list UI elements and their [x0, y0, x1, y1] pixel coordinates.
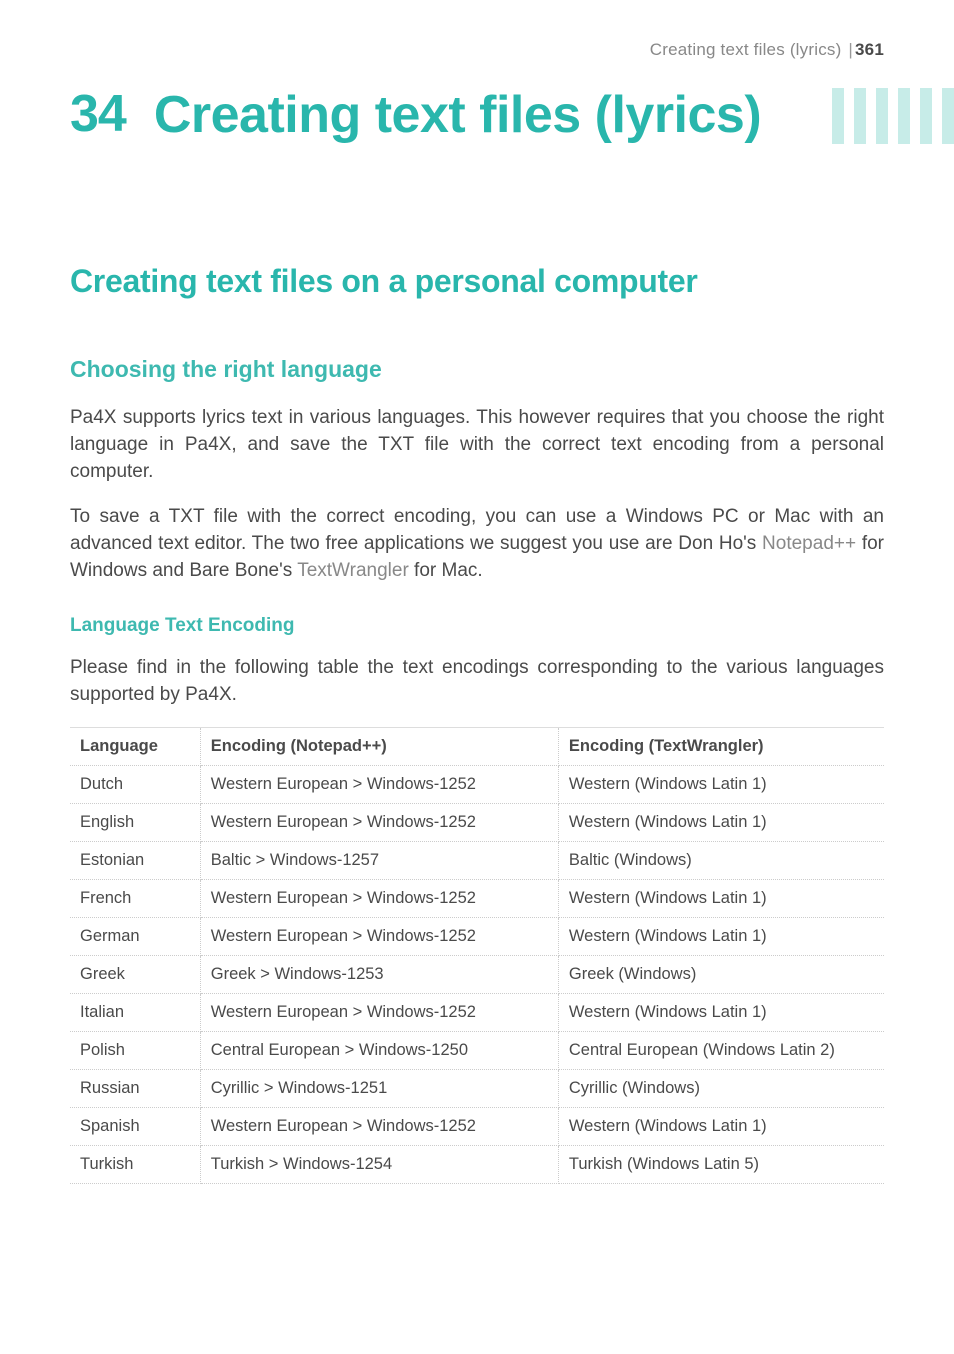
table-cell-tw: Western (Windows Latin 1): [558, 993, 884, 1031]
table-cell-tw: Western (Windows Latin 1): [558, 765, 884, 803]
table-row: EnglishWestern European > Windows-1252We…: [70, 803, 884, 841]
table-cell-lang: Dutch: [70, 765, 200, 803]
paragraph-editors: To save a TXT file with the correct enco…: [70, 504, 884, 585]
table-cell-lang: Polish: [70, 1031, 200, 1069]
table-cell-lang: Turkish: [70, 1145, 200, 1183]
table-cell-np: Western European > Windows-1252: [200, 917, 558, 955]
paragraph-table-intro: Please find in the following table the t…: [70, 655, 884, 709]
table-row: ItalianWestern European > Windows-1252We…: [70, 993, 884, 1031]
table-cell-np: Central European > Windows-1250: [200, 1031, 558, 1069]
th-notepadpp: Encoding (Notepad++): [200, 727, 558, 765]
chapter-heading: 34 Creating text files (lyrics): [70, 88, 884, 143]
table-cell-tw: Western (Windows Latin 1): [558, 917, 884, 955]
table-cell-tw: Baltic (Windows): [558, 841, 884, 879]
table-cell-lang: Russian: [70, 1069, 200, 1107]
chapter-title: Creating text files (lyrics): [154, 88, 884, 143]
table-cell-tw: Turkish (Windows Latin 5): [558, 1145, 884, 1183]
table-cell-np: Turkish > Windows-1254: [200, 1145, 558, 1183]
th-language: Language: [70, 727, 200, 765]
table-row: SpanishWestern European > Windows-1252We…: [70, 1107, 884, 1145]
page-number: 361: [855, 40, 884, 59]
table-header-row: Language Encoding (Notepad++) Encoding (…: [70, 727, 884, 765]
paragraph-intro: Pa4X supports lyrics text in various lan…: [70, 405, 884, 486]
table-cell-np: Western European > Windows-1252: [200, 993, 558, 1031]
table-cell-np: Cyrillic > Windows-1251: [200, 1069, 558, 1107]
table-row: FrenchWestern European > Windows-1252Wes…: [70, 879, 884, 917]
table-row: GermanWestern European > Windows-1252Wes…: [70, 917, 884, 955]
link-notepadpp[interactable]: Notepad++: [762, 533, 856, 554]
table-row: GreekGreek > Windows-1253Greek (Windows): [70, 955, 884, 993]
link-textwrangler[interactable]: TextWrangler: [297, 560, 409, 581]
table-cell-np: Greek > Windows-1253: [200, 955, 558, 993]
chapter-number: 34: [70, 88, 126, 140]
table-row: PolishCentral European > Windows-1250Cen…: [70, 1031, 884, 1069]
running-header-divider: |: [848, 40, 853, 59]
encoding-table: Language Encoding (Notepad++) Encoding (…: [70, 727, 884, 1184]
table-cell-lang: Spanish: [70, 1107, 200, 1145]
table-cell-lang: German: [70, 917, 200, 955]
subheading-language-text-encoding: Language Text Encoding: [70, 615, 884, 637]
table-cell-lang: English: [70, 803, 200, 841]
table-row: EstonianBaltic > Windows-1257Baltic (Win…: [70, 841, 884, 879]
table-cell-tw: Western (Windows Latin 1): [558, 879, 884, 917]
table-cell-lang: Greek: [70, 955, 200, 993]
table-cell-lang: French: [70, 879, 200, 917]
table-cell-np: Western European > Windows-1252: [200, 765, 558, 803]
th-textwrangler: Encoding (TextWrangler): [558, 727, 884, 765]
section-title: Creating text files on a personal comput…: [70, 263, 884, 300]
table-cell-tw: Central European (Windows Latin 2): [558, 1031, 884, 1069]
table-cell-tw: Western (Windows Latin 1): [558, 1107, 884, 1145]
subheading-choosing-language: Choosing the right language: [70, 356, 884, 383]
table-cell-np: Western European > Windows-1252: [200, 803, 558, 841]
table-row: TurkishTurkish > Windows-1254Turkish (Wi…: [70, 1145, 884, 1183]
table-row: RussianCyrillic > Windows-1251Cyrillic (…: [70, 1069, 884, 1107]
table-cell-tw: Greek (Windows): [558, 955, 884, 993]
table-cell-np: Baltic > Windows-1257: [200, 841, 558, 879]
table-cell-tw: Western (Windows Latin 1): [558, 803, 884, 841]
table-cell-np: Western European > Windows-1252: [200, 1107, 558, 1145]
table-cell-tw: Cyrillic (Windows): [558, 1069, 884, 1107]
table-cell-lang: Italian: [70, 993, 200, 1031]
table-cell-lang: Estonian: [70, 841, 200, 879]
table-cell-np: Western European > Windows-1252: [200, 879, 558, 917]
running-header-title: Creating text files (lyrics): [650, 40, 842, 59]
running-header: Creating text files (lyrics) |361: [70, 40, 884, 60]
table-row: DutchWestern European > Windows-1252West…: [70, 765, 884, 803]
paragraph-editors-part-c: for Mac.: [409, 560, 483, 581]
